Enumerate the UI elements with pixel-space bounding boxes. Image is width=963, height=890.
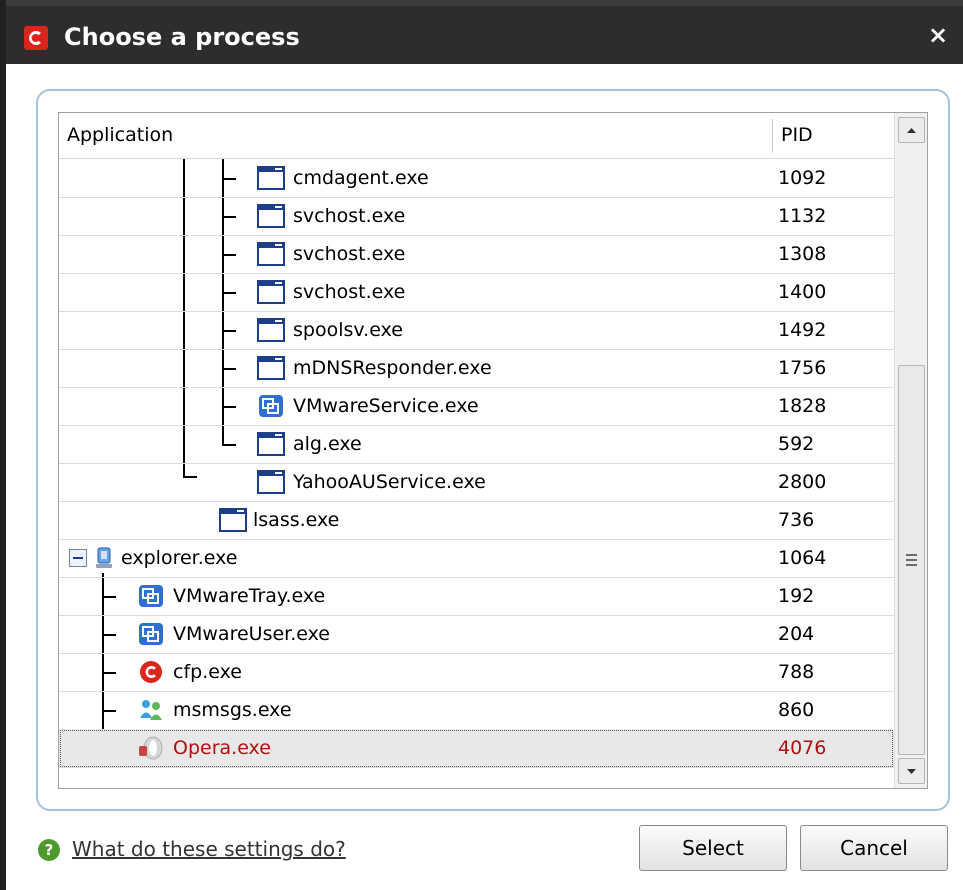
process-pid: 592 [778,433,815,455]
process-name: cmdagent.exe [293,167,429,189]
list-item[interactable]: svchost.exe 1132 [59,197,894,236]
process-name: msmsgs.exe [173,699,292,721]
messenger-icon [140,700,162,720]
scroll-grip [906,559,917,561]
process-name: YahooAUService.exe [293,471,486,493]
process-pid: 860 [778,699,815,721]
process-name: alg.exe [293,433,362,455]
cancel-button[interactable]: Cancel [800,825,948,871]
process-pid: 1308 [778,243,827,265]
list-item[interactable]: VMwareTray.exe 192 [59,577,894,616]
process-pid: 1064 [778,547,827,569]
column-divider[interactable] [772,119,773,153]
list-item[interactable]: cmdagent.exe 1092 [59,159,894,198]
process-pid: 1132 [778,205,827,227]
vmware-icon [139,585,163,607]
window-icon [257,280,285,304]
window-icon [257,166,285,190]
help-link[interactable]: What do these settings do? [72,834,346,864]
select-button[interactable]: Select [639,825,787,871]
list-item-selected[interactable]: Opera.exe 4076 [59,729,894,768]
list-item[interactable]: YahooAUService.exe 2800 [59,463,894,502]
close-button[interactable]: × [923,20,953,50]
scroll-grip [906,554,917,556]
process-name: VMwareService.exe [293,395,479,417]
process-name: explorer.exe [121,547,238,569]
process-name: VMwareUser.exe [173,623,330,645]
process-pid: 1400 [778,281,827,303]
column-header-pid[interactable]: PID [781,113,813,158]
comodo-logo-icon [24,26,48,50]
help-icon[interactable]: ? [38,839,60,861]
vertical-scrollbar[interactable] [894,113,927,788]
process-name: lsass.exe [253,509,340,531]
process-pid: 1828 [778,395,827,417]
process-name: Opera.exe [173,737,271,759]
chevron-down-icon [907,769,916,774]
process-pid: 204 [778,623,815,645]
window-icon [257,204,285,228]
process-pid: 4076 [778,737,827,759]
computer-icon [96,547,112,568]
window-left-edge [0,0,6,890]
process-name: VMwareTray.exe [173,585,326,607]
list-rows: cmdagent.exe 1092 svchost.exe 1132 svcho… [59,159,894,788]
titlebar: Choose a process × [6,6,963,64]
column-header-application[interactable]: Application [67,113,173,158]
list-item[interactable]: alg.exe 592 [59,425,894,464]
process-name: spoolsv.exe [293,319,403,341]
window-icon [257,470,285,494]
window-title: Choose a process [64,23,300,51]
list-header: Application PID [59,113,894,159]
window-icon [257,356,285,380]
list-item[interactable]: VMwareUser.exe 204 [59,615,894,654]
process-name: mDNSResponder.exe [293,357,492,379]
window-icon [219,508,247,532]
list-item[interactable]: mDNSResponder.exe 1756 [59,349,894,388]
process-pid: 1756 [778,357,827,379]
window-icon [257,432,285,456]
vmware-icon [259,395,283,417]
window-icon [257,242,285,266]
process-name: svchost.exe [293,205,406,227]
process-list[interactable]: Application PID cmdagent.exe 1092 svchos… [58,112,928,789]
process-name: svchost.exe [293,281,406,303]
window-icon [257,318,285,342]
process-pid: 736 [778,509,815,531]
process-pid: 192 [778,585,815,607]
collapse-toggle-icon[interactable] [69,549,87,567]
scroll-down-button[interactable] [898,758,925,784]
scroll-thumb[interactable] [898,365,925,755]
list-item[interactable]: msmsgs.exe 860 [59,691,894,730]
vmware-icon [139,623,163,645]
process-name: svchost.exe [293,243,406,265]
list-item[interactable]: explorer.exe 1064 [59,539,894,578]
list-item[interactable]: spoolsv.exe 1492 [59,311,894,350]
list-item[interactable]: VMwareService.exe 1828 [59,387,894,426]
process-pid: 788 [778,661,815,683]
choose-process-dialog: Choose a process × Application PID cmdag… [0,0,963,890]
process-pid: 1492 [778,319,827,341]
comodo-icon [140,661,162,683]
list-item[interactable]: cfp.exe 788 [59,653,894,692]
opera-icon [139,736,163,760]
chevron-up-icon [907,128,916,133]
process-pid: 2800 [778,471,827,493]
list-item[interactable]: svchost.exe 1400 [59,273,894,312]
process-name: cfp.exe [173,661,242,683]
process-pid: 1092 [778,167,827,189]
list-item[interactable]: lsass.exe 736 [59,501,894,540]
scroll-grip [906,564,917,566]
scroll-up-button[interactable] [898,117,925,143]
list-item[interactable]: svchost.exe 1308 [59,235,894,274]
